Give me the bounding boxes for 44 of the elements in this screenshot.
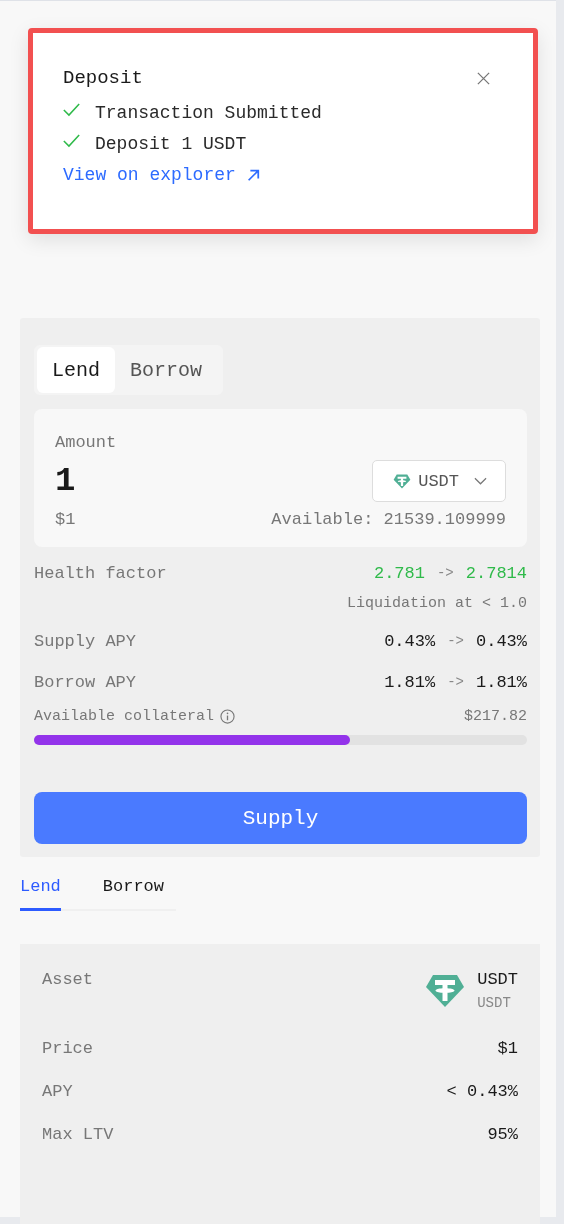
collateral-value: $217.82	[464, 708, 527, 725]
row-value: $1	[497, 1039, 518, 1058]
collateral-label: Available collateral	[34, 708, 215, 725]
asset-name: USDT	[477, 995, 511, 1011]
row-label: APY	[42, 1082, 73, 1101]
amount-input[interactable]: 1	[55, 462, 76, 500]
tab[interactable]: Borrow	[115, 347, 218, 393]
stat-label: Supply APY	[34, 631, 137, 651]
token-icon	[425, 973, 466, 1008]
tab[interactable]: Lend	[37, 347, 115, 393]
stat-value: 0.43%	[476, 631, 527, 651]
usd-value: $1	[55, 510, 76, 529]
tab[interactable]: Borrow	[102, 873, 165, 911]
toast-title: Deposit	[63, 67, 143, 89]
stat-value: 1.81%	[384, 672, 436, 692]
arrow-text: ->	[447, 633, 464, 649]
stat-value: 1.81%	[476, 672, 527, 692]
token-icon	[393, 473, 412, 489]
available-balance: Available: 21539.109999	[271, 510, 506, 529]
stat-label: Health factor	[34, 563, 167, 583]
arrow-icon	[245, 168, 260, 182]
stat-value: 2.7814	[465, 563, 527, 583]
step-text: Deposit 1 USDT	[95, 134, 247, 154]
stat-value: 2.781	[373, 563, 425, 583]
row-label: Asset	[42, 970, 93, 989]
arrow-text: ->	[447, 674, 464, 690]
row-label: Price	[42, 1039, 93, 1058]
info-icon	[220, 709, 236, 724]
amount-label: Amount	[55, 433, 118, 452]
step-text: Transaction Submitted	[95, 103, 322, 123]
caret-icon	[474, 477, 487, 485]
token-dropdown[interactable]: USDT	[372, 460, 506, 502]
supply-button[interactable]: Supply	[34, 792, 527, 844]
arrow-text: ->	[436, 565, 454, 581]
close-icon[interactable]	[476, 70, 491, 86]
stat-value: 0.43%	[384, 631, 436, 651]
explorer-link[interactable]: View on explorer	[63, 165, 260, 185]
liquidation-note: Liquidation at < 1.0	[346, 595, 527, 614]
stat-label: Borrow APY	[34, 672, 137, 692]
asset-symbol: USDT	[477, 970, 518, 989]
row-value: 95%	[487, 1125, 518, 1144]
tab[interactable]: Lend	[20, 873, 61, 911]
row-value: < 0.43%	[446, 1082, 518, 1101]
row-label: Max LTV	[42, 1125, 114, 1144]
